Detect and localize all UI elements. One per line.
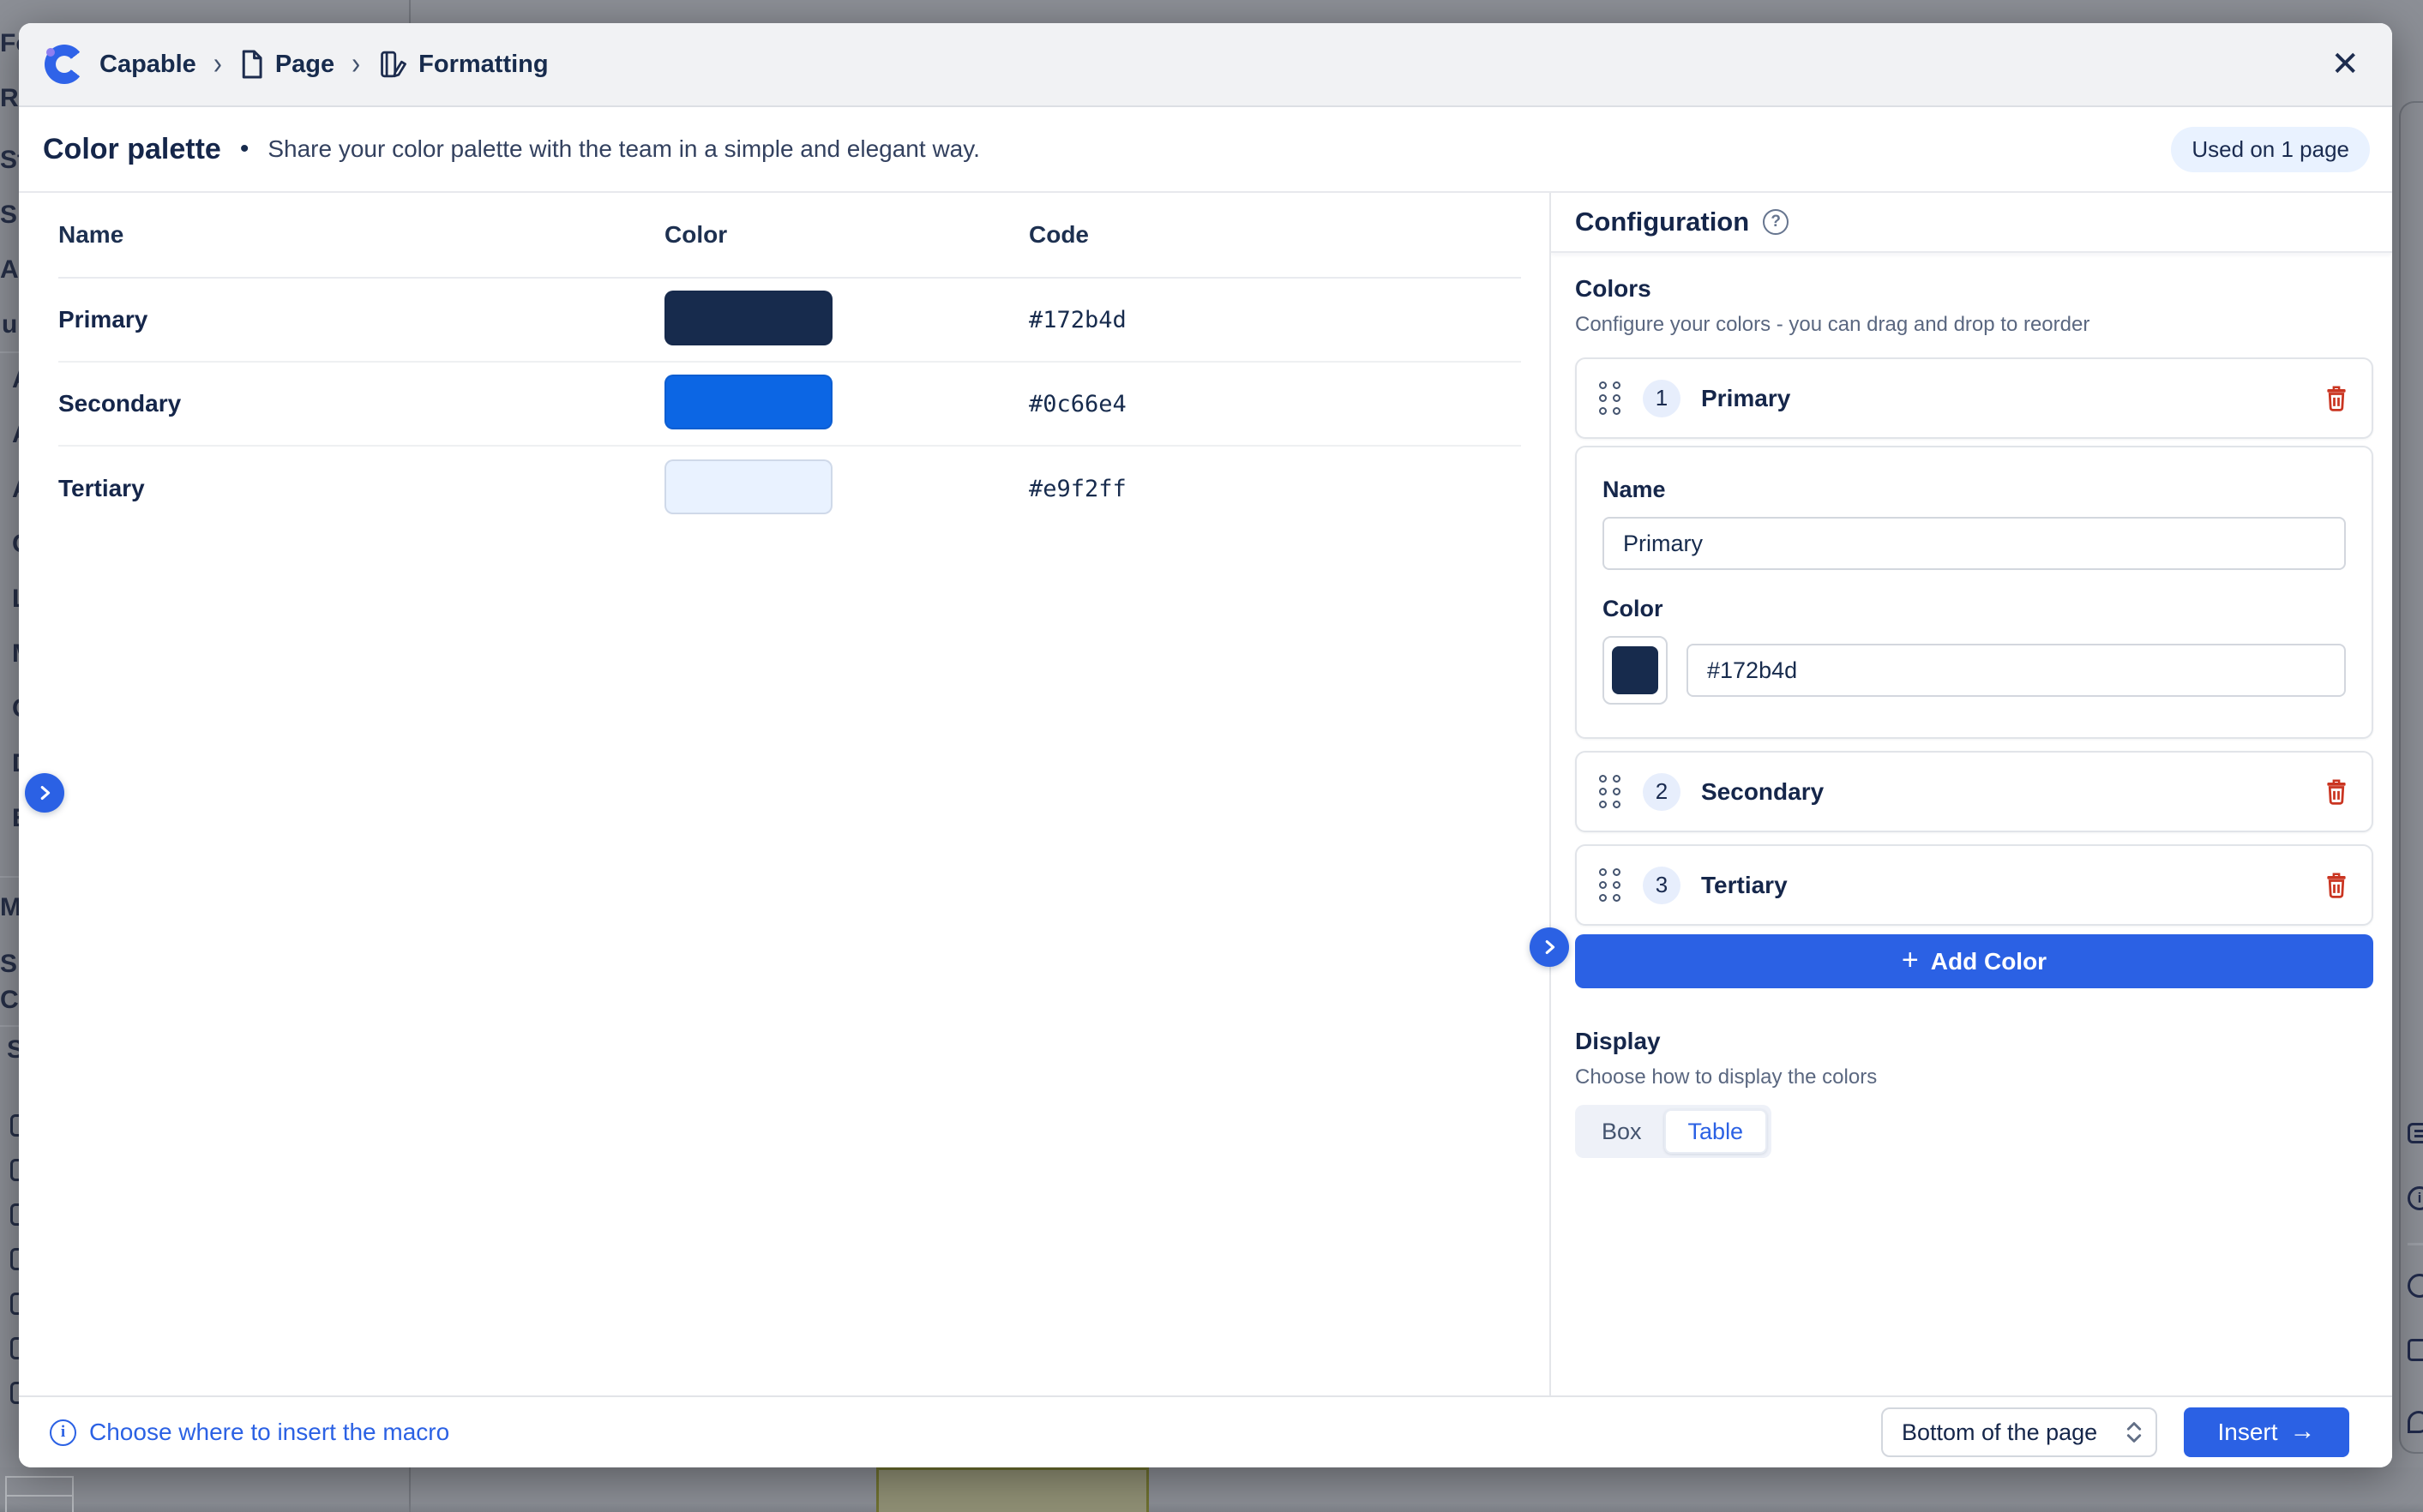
color-swatch — [664, 291, 833, 345]
toolbar-divider — [2408, 1243, 2423, 1245]
capable-logo-icon — [45, 45, 84, 84]
table-row: Primary #172b4d — [58, 279, 1521, 363]
color-swatch — [664, 375, 833, 429]
breadcrumb-macro[interactable]: Formatting — [418, 51, 548, 79]
formatting-macro-icon — [377, 49, 408, 80]
breadcrumb-app[interactable]: Capable — [99, 51, 196, 79]
color-item-primary[interactable]: 1 Primary — [1575, 357, 2373, 439]
dialog-header: Color palette • Share your color palette… — [19, 107, 2392, 193]
color-editor: Name Color — [1575, 446, 2373, 739]
page-icon — [239, 49, 265, 80]
page-description: Share your color palette with the team i… — [268, 135, 980, 163]
add-color-button[interactable]: + Add Color — [1575, 934, 2373, 988]
insert-position-select[interactable]: Bottom of the page — [1881, 1407, 2157, 1457]
arrow-right-icon: → — [2290, 1417, 2316, 1446]
usage-badge: Used on 1 page — [2171, 127, 2370, 172]
background-divider — [409, 0, 411, 23]
background-right-toolbar: i — [2399, 101, 2423, 1454]
display-description: Choose how to display the colors — [1575, 1065, 2373, 1089]
color-swatch — [1612, 646, 1658, 694]
item-index-badge: 2 — [1643, 773, 1680, 811]
display-option-box[interactable]: Box — [1579, 1109, 1664, 1154]
color-field-row — [1602, 636, 2346, 705]
drag-handle-icon[interactable] — [1599, 381, 1620, 415]
expand-left-panel-button[interactable] — [25, 773, 64, 813]
column-header-name: Name — [58, 221, 664, 249]
help-icon[interactable]: ? — [1763, 209, 1789, 235]
configuration-panel: Configuration ? Colors Configure your co… — [1551, 193, 2392, 1395]
background-table-fragment — [5, 1476, 74, 1512]
flag-icon — [2408, 1411, 2423, 1433]
configuration-header: Configuration ? — [1551, 193, 2392, 253]
title-separator: • — [240, 135, 250, 164]
item-index-badge: 1 — [1643, 380, 1680, 417]
column-header-color: Color — [664, 221, 1029, 249]
breadcrumb-page[interactable]: Page — [275, 51, 334, 79]
colors-heading: Colors — [1575, 275, 2373, 303]
dialog-footer: i Choose where to insert the macro Botto… — [19, 1395, 2392, 1467]
hex-input[interactable] — [1686, 644, 2346, 697]
color-item-tertiary[interactable]: 3 Tertiary — [1575, 844, 2373, 926]
background-highlighted-table-cell — [876, 1467, 1149, 1512]
clock-icon — [2408, 1274, 2423, 1298]
item-index-badge: 3 — [1643, 867, 1680, 904]
macro-editor-dialog: Capable › Page › Formatting ✕ Color pale… — [19, 23, 2392, 1467]
background-divider — [409, 1467, 411, 1512]
dialog-body: Name Color Code Primary #172b4d Secondar… — [19, 193, 2392, 1395]
macro-preview: Name Color Code Primary #172b4d Secondar… — [19, 193, 1549, 1395]
select-stepper-icon — [2125, 1419, 2143, 1446]
display-option-table[interactable]: Table — [1664, 1109, 1768, 1154]
background-page-bottom — [0, 1467, 2423, 1512]
color-label: Color — [1602, 596, 2346, 622]
display-heading: Display — [1575, 1028, 2373, 1055]
collapse-config-button[interactable] — [1530, 927, 1569, 967]
palette-table: Name Color Code Primary #172b4d Secondar… — [58, 193, 1521, 531]
close-button[interactable]: ✕ — [2324, 44, 2366, 85]
insert-button[interactable]: Insert → — [2184, 1407, 2349, 1457]
table-header-row: Name Color Code — [58, 193, 1521, 279]
plus-icon: + — [1902, 944, 1919, 977]
info-icon: i — [2408, 1186, 2423, 1210]
chevron-right-icon: › — [352, 47, 360, 82]
drag-handle-icon[interactable] — [1599, 868, 1620, 902]
chevron-right-icon: › — [213, 47, 222, 82]
column-header-code: Code — [1029, 221, 1521, 249]
page-title: Color palette — [43, 133, 221, 166]
insert-location-link[interactable]: i Choose where to insert the macro — [50, 1419, 449, 1446]
delete-color-button[interactable] — [2324, 871, 2349, 899]
color-picker-button[interactable] — [1602, 636, 1668, 705]
delete-color-button[interactable] — [2324, 384, 2349, 412]
breadcrumb: Capable › Page › Formatting ✕ — [19, 23, 2392, 107]
color-swatch — [664, 459, 833, 514]
info-icon: i — [50, 1419, 76, 1446]
drag-handle-icon[interactable] — [1599, 775, 1620, 808]
comment-icon — [2408, 1123, 2423, 1143]
name-input[interactable] — [1602, 517, 2346, 570]
square-icon — [2408, 1339, 2423, 1361]
table-row: Tertiary #e9f2ff — [58, 447, 1521, 531]
name-label: Name — [1602, 477, 2346, 503]
table-row: Secondary #0c66e4 — [58, 363, 1521, 447]
color-item-secondary[interactable]: 2 Secondary — [1575, 751, 2373, 832]
configuration-title: Configuration — [1575, 207, 1749, 237]
colors-description: Configure your colors - you can drag and… — [1575, 313, 2373, 337]
display-mode-toggle: Box Table — [1575, 1105, 1771, 1158]
delete-color-button[interactable] — [2324, 777, 2349, 806]
